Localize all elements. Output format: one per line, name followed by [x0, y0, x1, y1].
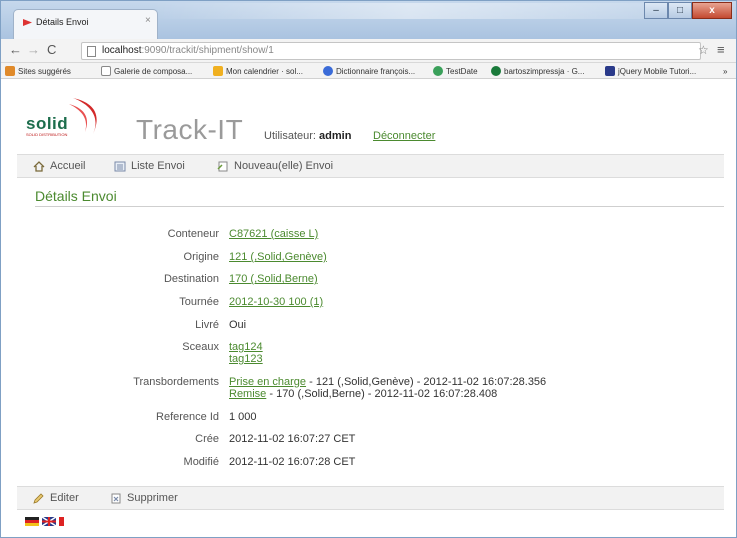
title-bar-sheen	[151, 3, 671, 19]
logout-link[interactable]: Déconnecter	[373, 130, 435, 142]
bookmark-item[interactable]: TestDate	[433, 65, 478, 77]
bookmark-item[interactable]: Sites suggérés	[5, 65, 71, 77]
logo-text: solid	[26, 114, 69, 133]
origine-label: Origine	[183, 251, 219, 263]
forward-arrow-icon[interactable]: →	[27, 42, 40, 57]
menu-item-new[interactable]: Nouveau(elle) Envoi	[217, 160, 333, 172]
edit-button[interactable]: Editer	[33, 492, 79, 504]
back-arrow-icon[interactable]: ←	[9, 42, 22, 57]
bookmarks-more-icon[interactable]: »	[723, 65, 727, 77]
tournee-label: Tournée	[179, 296, 219, 308]
logo-swoosh-icon	[69, 98, 97, 134]
bookmark-item[interactable]: Mon calendrier · sol...	[213, 65, 303, 77]
close-window-button[interactable]: x	[692, 2, 732, 19]
transbordement-link[interactable]: Remise	[229, 388, 266, 400]
navigation-bar: ← → C localhost:9090/trackit/shipment/sh…	[1, 39, 736, 63]
user-name: admin	[319, 130, 352, 142]
destination-link[interactable]: 170 (,Solid,Berne)	[229, 273, 318, 285]
reference-value: 1 000	[229, 411, 257, 423]
browser-tab[interactable]: Détails Envoi ×	[13, 9, 158, 39]
destination-label: Destination	[163, 273, 219, 285]
user-info: Utilisateur: admin	[264, 130, 352, 142]
page-content: solid SOLID DISTRIBUTION Track-IT Utilis…	[1, 80, 736, 537]
section-title: Détails Envoi	[35, 188, 117, 204]
flag-fr-icon[interactable]	[59, 517, 64, 526]
browser-menu-icon[interactable]: ≡	[717, 42, 725, 57]
sceaux-label: Sceaux	[182, 341, 219, 353]
home-icon	[33, 160, 45, 172]
browser-window: Détails Envoi × – □ x ← → C localhost:90…	[0, 0, 737, 538]
transbordements-label: Transbordements	[133, 376, 219, 388]
bookmark-item[interactable]: Dictionnaire françois...	[323, 65, 415, 77]
transbordement-link[interactable]: Prise en charge	[229, 376, 306, 388]
jquery-icon	[605, 66, 615, 76]
title-bar: Détails Envoi × – □ x	[1, 1, 736, 39]
trackit-favicon-icon	[23, 19, 32, 26]
minimize-button[interactable]: –	[644, 2, 668, 19]
cree-label: Crée	[195, 433, 219, 445]
dictionary-icon	[323, 66, 333, 76]
maximize-button[interactable]: □	[668, 2, 692, 19]
section-divider	[35, 206, 724, 207]
solid-logo: solid SOLID DISTRIBUTION	[25, 94, 107, 144]
modifie-value: 2012-11-02 16:07:28 CET	[229, 456, 356, 468]
globe-icon	[491, 66, 501, 76]
conteneur-label: Conteneur	[167, 228, 219, 240]
menu-item-home[interactable]: Accueil	[33, 160, 85, 172]
delete-icon	[111, 493, 121, 503]
address-bar[interactable]: localhost:9090/trackit/shipment/show/1	[81, 42, 701, 60]
transbordement-item: Prise en charge - 121 (,Solid,Genève) - …	[229, 376, 547, 388]
list-icon	[114, 161, 126, 171]
pencil-icon	[33, 492, 44, 504]
action-bar: Editer Supprimer	[17, 486, 724, 510]
apps-icon	[5, 66, 15, 76]
calendar-icon	[213, 66, 223, 76]
sceau-link[interactable]: tag124	[229, 341, 263, 353]
page-icon	[101, 66, 111, 76]
main-menu: Accueil Liste Envoi Nouveau(elle) Envoi	[17, 154, 724, 178]
modifie-label: Modifié	[183, 456, 219, 468]
bookmark-item[interactable]: Galerie de composa...	[101, 65, 192, 77]
sceau-link[interactable]: tag123	[229, 353, 263, 365]
flag-de-icon[interactable]	[25, 517, 39, 526]
origine-link[interactable]: 121 (,Solid,Genève)	[229, 251, 327, 263]
window-controls: – □ x	[644, 2, 732, 20]
tournee-link[interactable]: 2012-10-30 100 (1)	[229, 296, 323, 308]
testdate-icon	[433, 66, 443, 76]
livre-value: Oui	[229, 319, 247, 331]
transbordement-item: Remise - 170 (,Solid,Berne) - 2012-11-02…	[229, 388, 498, 400]
tab-title: Détails Envoi	[36, 17, 89, 27]
tab-close-icon[interactable]: ×	[145, 15, 151, 26]
reference-label: Reference Id	[156, 411, 219, 423]
bookmark-star-icon[interactable]: ☆	[698, 43, 709, 57]
language-selector	[25, 517, 64, 526]
logo-subtext: SOLID DISTRIBUTION	[26, 132, 68, 137]
reload-icon[interactable]: C	[47, 42, 56, 57]
url-text: localhost:9090/trackit/shipment/show/1	[102, 45, 274, 56]
livre-label: Livré	[195, 319, 219, 331]
delete-button[interactable]: Supprimer	[110, 492, 178, 504]
menu-item-list[interactable]: Liste Envoi	[114, 160, 185, 172]
app-title: Track-IT	[136, 114, 244, 145]
new-document-icon	[217, 161, 228, 171]
conteneur-link[interactable]: C87621 (caisse L)	[229, 228, 318, 240]
bookmarks-bar: Sites suggérés Galerie de composa... Mon…	[1, 63, 736, 79]
flag-gb-icon[interactable]	[42, 517, 56, 526]
page-icon	[87, 46, 96, 57]
cree-value: 2012-11-02 16:07:27 CET	[229, 433, 356, 445]
bookmark-item[interactable]: bartoszimpressja · G...	[491, 65, 584, 77]
bookmark-item[interactable]: jQuery Mobile Tutori...	[605, 65, 696, 77]
